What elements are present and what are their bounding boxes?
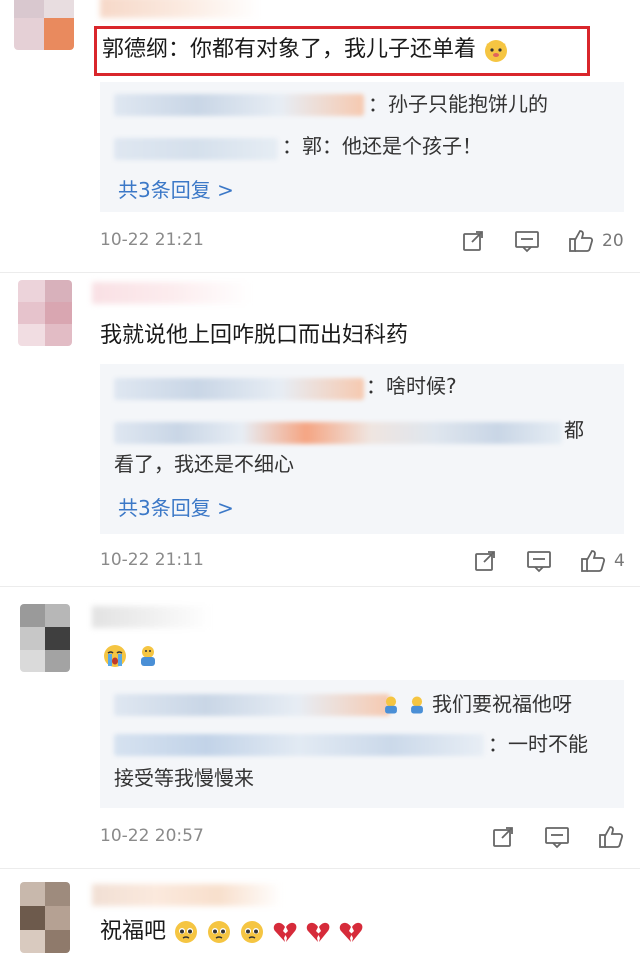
reply-text: ：一时不能 xyxy=(488,732,588,756)
comment-item: 郭德纲：你都有对象了，我儿子还单着 ：孙子只能抱饼儿的 ：郭：他还是个孩子！ 共… xyxy=(0,0,640,260)
reply-text: ：啥时候? xyxy=(366,374,457,398)
avatar[interactable] xyxy=(20,604,70,672)
comment-body: 郭德纲：你都有对象了，我儿子还单着 xyxy=(102,37,477,62)
loudly-crying-emoji xyxy=(104,645,126,667)
hug-emoji xyxy=(385,696,397,714)
reply-text: 我们要祝福他呀 xyxy=(432,692,572,716)
comment-item: 我就说他上回咋脱口而出妇科药 ：啥时候? 都 看了，我还是不细心 共3条回复 >… xyxy=(0,272,640,582)
reply-username-blur[interactable] xyxy=(114,422,562,444)
timestamp: 10-22 20:57 xyxy=(100,826,204,846)
broken-heart-emoji xyxy=(339,922,363,942)
comment-item: 祝福吧 xyxy=(0,868,640,953)
broken-heart-emoji xyxy=(273,922,297,942)
comment-icon[interactable] xyxy=(512,226,542,256)
reply-username-blur[interactable] xyxy=(114,138,278,160)
reply-text: 接受等我慢慢来 xyxy=(114,766,254,790)
reply-box: ：孙子只能抱饼儿的 ：郭：他还是个孩子！ 共3条回复 > xyxy=(100,82,624,212)
comment-text: 郭德纲：你都有对象了，我儿子还单着 xyxy=(102,34,509,66)
reply-text: ：孙子只能抱饼儿的 xyxy=(368,92,548,116)
username-blur[interactable] xyxy=(92,884,282,906)
like-count: 20 xyxy=(602,231,624,251)
reply-username-blur[interactable] xyxy=(114,734,484,756)
share-icon[interactable] xyxy=(470,546,500,576)
avatar[interactable] xyxy=(14,0,74,50)
avatar[interactable] xyxy=(20,882,70,953)
reply-text: 看了，我还是不细心 xyxy=(114,452,294,476)
comment-text: 祝福吧 xyxy=(100,916,364,948)
like-icon[interactable] xyxy=(566,226,596,256)
dog-face-emoji xyxy=(485,40,508,62)
reply-text: ：郭：他还是个孩子！ xyxy=(282,134,482,158)
reply-box: ：啥时候? 都 看了，我还是不细心 共3条回复 > xyxy=(100,364,624,534)
timestamp: 10-22 21:21 xyxy=(100,230,204,250)
pleading-face-emoji xyxy=(241,921,264,943)
reply-box: 我们要祝福他呀 ：一时不能 接受等我慢慢来 xyxy=(100,680,624,808)
comment-text: 我就说他上回咋脱口而出妇科药 xyxy=(100,323,409,348)
hug-emoji xyxy=(141,646,155,666)
more-replies-link[interactable]: 共3条回复 > xyxy=(118,174,234,203)
avatar[interactable] xyxy=(18,280,72,346)
like-icon[interactable] xyxy=(596,822,626,852)
share-icon[interactable] xyxy=(488,822,518,852)
share-icon[interactable] xyxy=(458,226,488,256)
reply-username-blur[interactable] xyxy=(114,94,364,116)
comment-icon[interactable] xyxy=(542,822,572,852)
username-blur[interactable] xyxy=(92,282,252,304)
pleading-face-emoji xyxy=(208,921,231,943)
broken-heart-emoji xyxy=(306,922,330,942)
username-blur[interactable] xyxy=(100,0,260,18)
reply-text: 都 xyxy=(564,418,584,442)
comment-icon[interactable] xyxy=(524,546,554,576)
reply-username-blur[interactable] xyxy=(114,694,390,716)
comment-body: 祝福吧 xyxy=(100,919,167,944)
username-blur[interactable] xyxy=(92,606,212,628)
timestamp: 10-22 21:11 xyxy=(100,550,204,570)
comment-text xyxy=(102,640,161,672)
like-icon[interactable] xyxy=(578,546,608,576)
reply-username-blur[interactable] xyxy=(114,378,364,400)
pleading-face-emoji xyxy=(175,921,198,943)
comment-item: 我们要祝福他呀 ：一时不能 接受等我慢慢来 10-22 20:57 xyxy=(0,586,640,866)
like-count: 4 xyxy=(614,551,625,571)
hug-emoji xyxy=(411,696,423,714)
more-replies-link[interactable]: 共3条回复 > xyxy=(118,492,234,521)
